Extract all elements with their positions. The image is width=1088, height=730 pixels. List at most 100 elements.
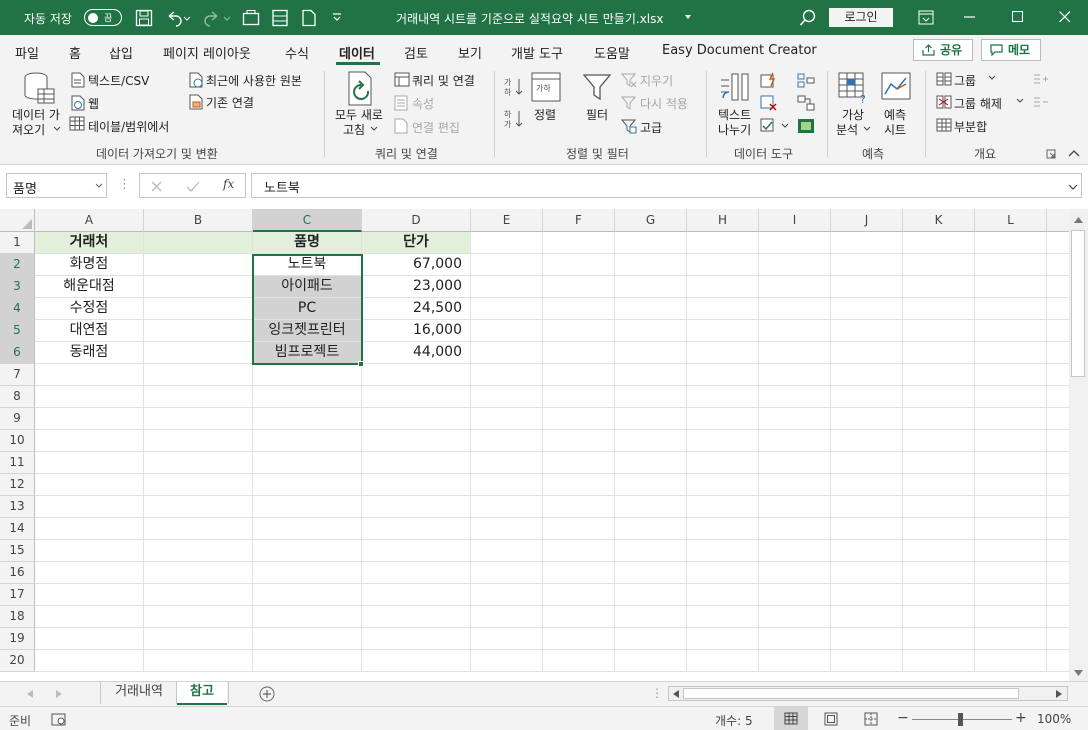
empty-cell[interactable] bbox=[362, 364, 471, 386]
empty-cell[interactable] bbox=[543, 408, 615, 430]
empty-cell[interactable] bbox=[543, 496, 615, 518]
empty-cell[interactable] bbox=[975, 386, 1047, 408]
cancel-icon[interactable] bbox=[151, 181, 163, 193]
header-cell-vendor[interactable]: 거래처 bbox=[35, 232, 144, 254]
column-header-m[interactable] bbox=[1047, 209, 1070, 232]
empty-cell[interactable] bbox=[253, 386, 362, 408]
empty-cell[interactable] bbox=[615, 562, 687, 584]
group-button[interactable]: 그룹 bbox=[954, 72, 976, 89]
empty-cell[interactable] bbox=[362, 518, 471, 540]
collapse-ribbon-icon[interactable] bbox=[1068, 149, 1080, 157]
empty-cell[interactable] bbox=[1047, 342, 1070, 364]
empty-cell[interactable] bbox=[362, 562, 471, 584]
empty-cell[interactable] bbox=[975, 518, 1047, 540]
empty-cell[interactable] bbox=[144, 650, 253, 672]
row-header-7[interactable]: 7 bbox=[0, 364, 35, 386]
empty-cell[interactable] bbox=[471, 430, 543, 452]
empty-cell[interactable] bbox=[362, 474, 471, 496]
tab-view[interactable]: 보기 bbox=[458, 43, 482, 62]
empty-cell[interactable] bbox=[831, 562, 903, 584]
zoom-level[interactable]: 100% bbox=[1037, 712, 1071, 726]
empty-cell[interactable] bbox=[759, 474, 831, 496]
empty-cell[interactable] bbox=[144, 540, 253, 562]
empty-cell[interactable] bbox=[144, 386, 253, 408]
empty-cell[interactable] bbox=[975, 342, 1047, 364]
empty-cell[interactable] bbox=[471, 562, 543, 584]
empty-cell[interactable] bbox=[903, 342, 975, 364]
empty-cell[interactable] bbox=[687, 518, 759, 540]
item-cell[interactable]: 잉크젯프린터 bbox=[253, 320, 362, 342]
empty-cell[interactable] bbox=[687, 408, 759, 430]
empty-cell[interactable] bbox=[1047, 628, 1070, 650]
empty-cell[interactable] bbox=[903, 562, 975, 584]
tab-home[interactable]: 홈 bbox=[69, 43, 81, 62]
empty-cell[interactable] bbox=[759, 408, 831, 430]
save-icon[interactable] bbox=[135, 9, 153, 27]
select-all-corner[interactable] bbox=[0, 209, 35, 232]
horizontal-scroll-thumb[interactable] bbox=[683, 688, 1019, 699]
tab-formulas[interactable]: 수식 bbox=[285, 43, 309, 62]
empty-cell[interactable] bbox=[1047, 364, 1070, 386]
row-header-2[interactable]: 2 bbox=[0, 254, 35, 276]
empty-cell[interactable] bbox=[615, 320, 687, 342]
row-header-17[interactable]: 17 bbox=[0, 584, 35, 606]
web-icon[interactable] bbox=[71, 95, 85, 111]
empty-cell[interactable] bbox=[975, 408, 1047, 430]
empty-cell[interactable] bbox=[975, 430, 1047, 452]
empty-cell[interactable] bbox=[615, 232, 687, 254]
empty-cell[interactable] bbox=[831, 606, 903, 628]
empty-cell[interactable] bbox=[1047, 386, 1070, 408]
column-header-c[interactable]: C bbox=[253, 209, 362, 232]
empty-cell[interactable] bbox=[903, 650, 975, 672]
empty-cell[interactable] bbox=[975, 474, 1047, 496]
empty-cell[interactable] bbox=[831, 452, 903, 474]
advanced-button[interactable]: 고급 bbox=[640, 119, 662, 136]
empty-cell[interactable] bbox=[759, 232, 831, 254]
item-cell[interactable]: 아이패드 bbox=[253, 276, 362, 298]
empty-cell[interactable] bbox=[1047, 232, 1070, 254]
empty-cell[interactable] bbox=[687, 232, 759, 254]
from-text-csv[interactable]: 텍스트/CSV bbox=[88, 72, 149, 89]
empty-cell[interactable] bbox=[35, 408, 144, 430]
empty-cell[interactable] bbox=[975, 254, 1047, 276]
sort-az-icon[interactable]: 가하 bbox=[504, 77, 526, 97]
form-icon[interactable] bbox=[271, 9, 289, 27]
vendor-cell[interactable]: 수정점 bbox=[35, 298, 144, 320]
name-box-dropdown-icon[interactable] bbox=[95, 183, 103, 189]
validation-dropdown-icon[interactable] bbox=[781, 123, 789, 129]
empty-cell[interactable] bbox=[253, 540, 362, 562]
empty-cell[interactable] bbox=[903, 584, 975, 606]
empty-cell[interactable] bbox=[35, 496, 144, 518]
empty-cell[interactable] bbox=[362, 496, 471, 518]
column-header-k[interactable]: K bbox=[903, 209, 975, 232]
item-cell[interactable]: 노트북 bbox=[253, 254, 362, 276]
empty-cell[interactable] bbox=[687, 628, 759, 650]
empty-cell[interactable] bbox=[1047, 298, 1070, 320]
column-header-e[interactable]: E bbox=[471, 209, 543, 232]
empty-cell[interactable] bbox=[471, 452, 543, 474]
group-icon[interactable] bbox=[936, 72, 952, 86]
column-header-f[interactable]: F bbox=[543, 209, 615, 232]
vendor-cell[interactable]: 대연점 bbox=[35, 320, 144, 342]
tab-easy-document-creator[interactable]: Easy Document Creator bbox=[662, 43, 817, 58]
empty-cell[interactable] bbox=[144, 518, 253, 540]
vendor-cell[interactable]: 동래점 bbox=[35, 342, 144, 364]
tab-help[interactable]: 도움말 bbox=[594, 43, 630, 62]
what-if-dropdown-icon[interactable] bbox=[863, 126, 871, 132]
empty-cell[interactable] bbox=[253, 606, 362, 628]
empty-cell[interactable] bbox=[543, 430, 615, 452]
insert-function-icon[interactable]: fx bbox=[223, 177, 234, 191]
refresh-all-label-2[interactable]: 고침 bbox=[343, 121, 365, 138]
empty-cell[interactable] bbox=[903, 474, 975, 496]
empty-cell[interactable] bbox=[471, 298, 543, 320]
sheet-tab-reference[interactable]: 참고 bbox=[177, 682, 227, 705]
fill-handle[interactable] bbox=[358, 361, 364, 367]
empty-cell[interactable] bbox=[759, 540, 831, 562]
tab-page-layout[interactable]: 페이지 레이아웃 bbox=[163, 43, 251, 62]
empty-cell[interactable] bbox=[615, 518, 687, 540]
database-icon[interactable] bbox=[22, 71, 56, 107]
macro-record-icon[interactable] bbox=[51, 713, 67, 726]
ungroup-icon[interactable] bbox=[936, 95, 952, 109]
consolidate-icon[interactable] bbox=[797, 72, 815, 88]
subtotal-icon[interactable] bbox=[936, 118, 952, 132]
